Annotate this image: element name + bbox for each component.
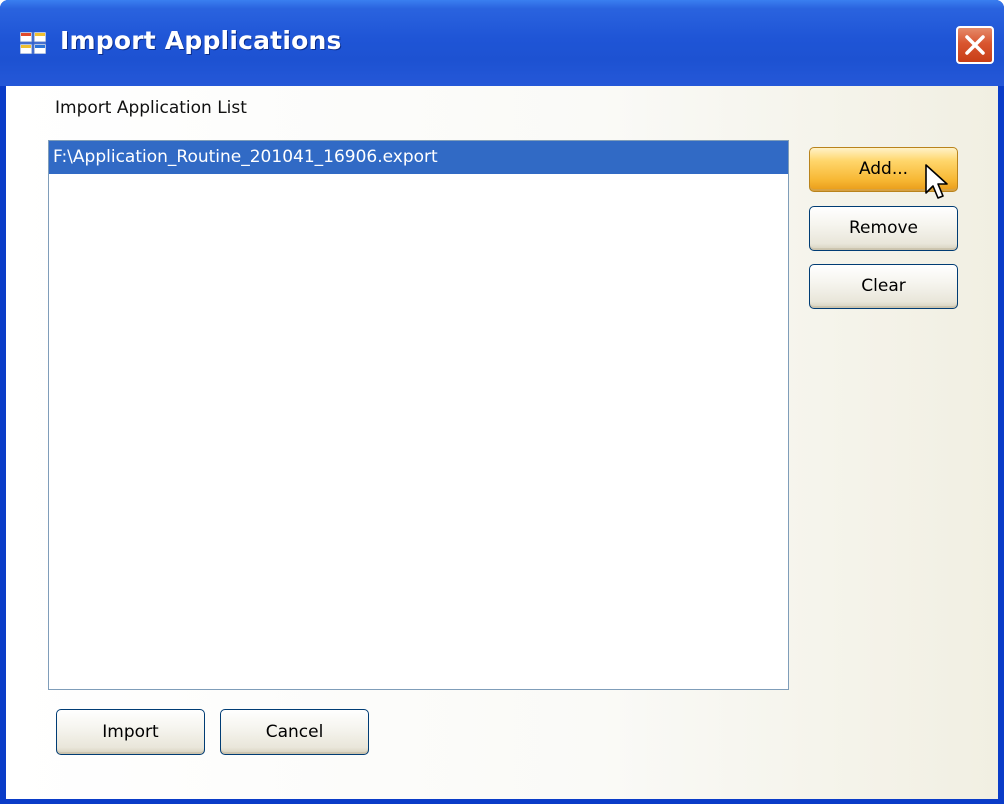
cancel-button[interactable]: Cancel xyxy=(220,709,369,755)
window-frame-bottom xyxy=(0,799,1004,804)
app-window-icon xyxy=(20,32,46,54)
list-item[interactable]: F:\Application_Routine_201041_16906.expo… xyxy=(49,141,788,174)
close-icon xyxy=(965,35,985,55)
import-list-label: Import Application List xyxy=(55,98,247,118)
title-bar[interactable]: Import Applications xyxy=(0,0,1004,86)
close-button[interactable] xyxy=(956,26,994,64)
import-applications-dialog: Import Applications Import Application L… xyxy=(0,0,1004,804)
add-button[interactable]: Add... xyxy=(809,147,958,192)
remove-button[interactable]: Remove xyxy=(809,206,958,251)
window-title: Import Applications xyxy=(60,26,342,55)
clear-button[interactable]: Clear xyxy=(809,264,958,309)
import-application-listbox[interactable]: F:\Application_Routine_201041_16906.expo… xyxy=(48,140,789,690)
import-button[interactable]: Import xyxy=(56,709,205,755)
